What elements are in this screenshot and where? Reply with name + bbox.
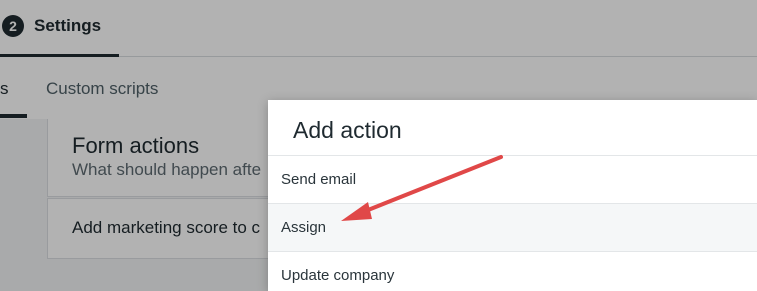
- dialog-title: Add action: [293, 117, 402, 143]
- action-list: Send email Assign Update company: [268, 155, 757, 291]
- action-label: Assign: [281, 219, 327, 236]
- action-update-company[interactable]: Update company: [268, 251, 757, 291]
- action-label: Send email: [281, 171, 357, 188]
- action-assign[interactable]: Assign: [268, 203, 757, 251]
- add-action-dialog: Add action Send email Assign Update comp…: [268, 100, 757, 291]
- action-send-email[interactable]: Send email: [268, 155, 757, 203]
- app-window: 2 Settings s Custom scripts Form actions…: [0, 0, 757, 291]
- action-label: Update company: [281, 267, 395, 284]
